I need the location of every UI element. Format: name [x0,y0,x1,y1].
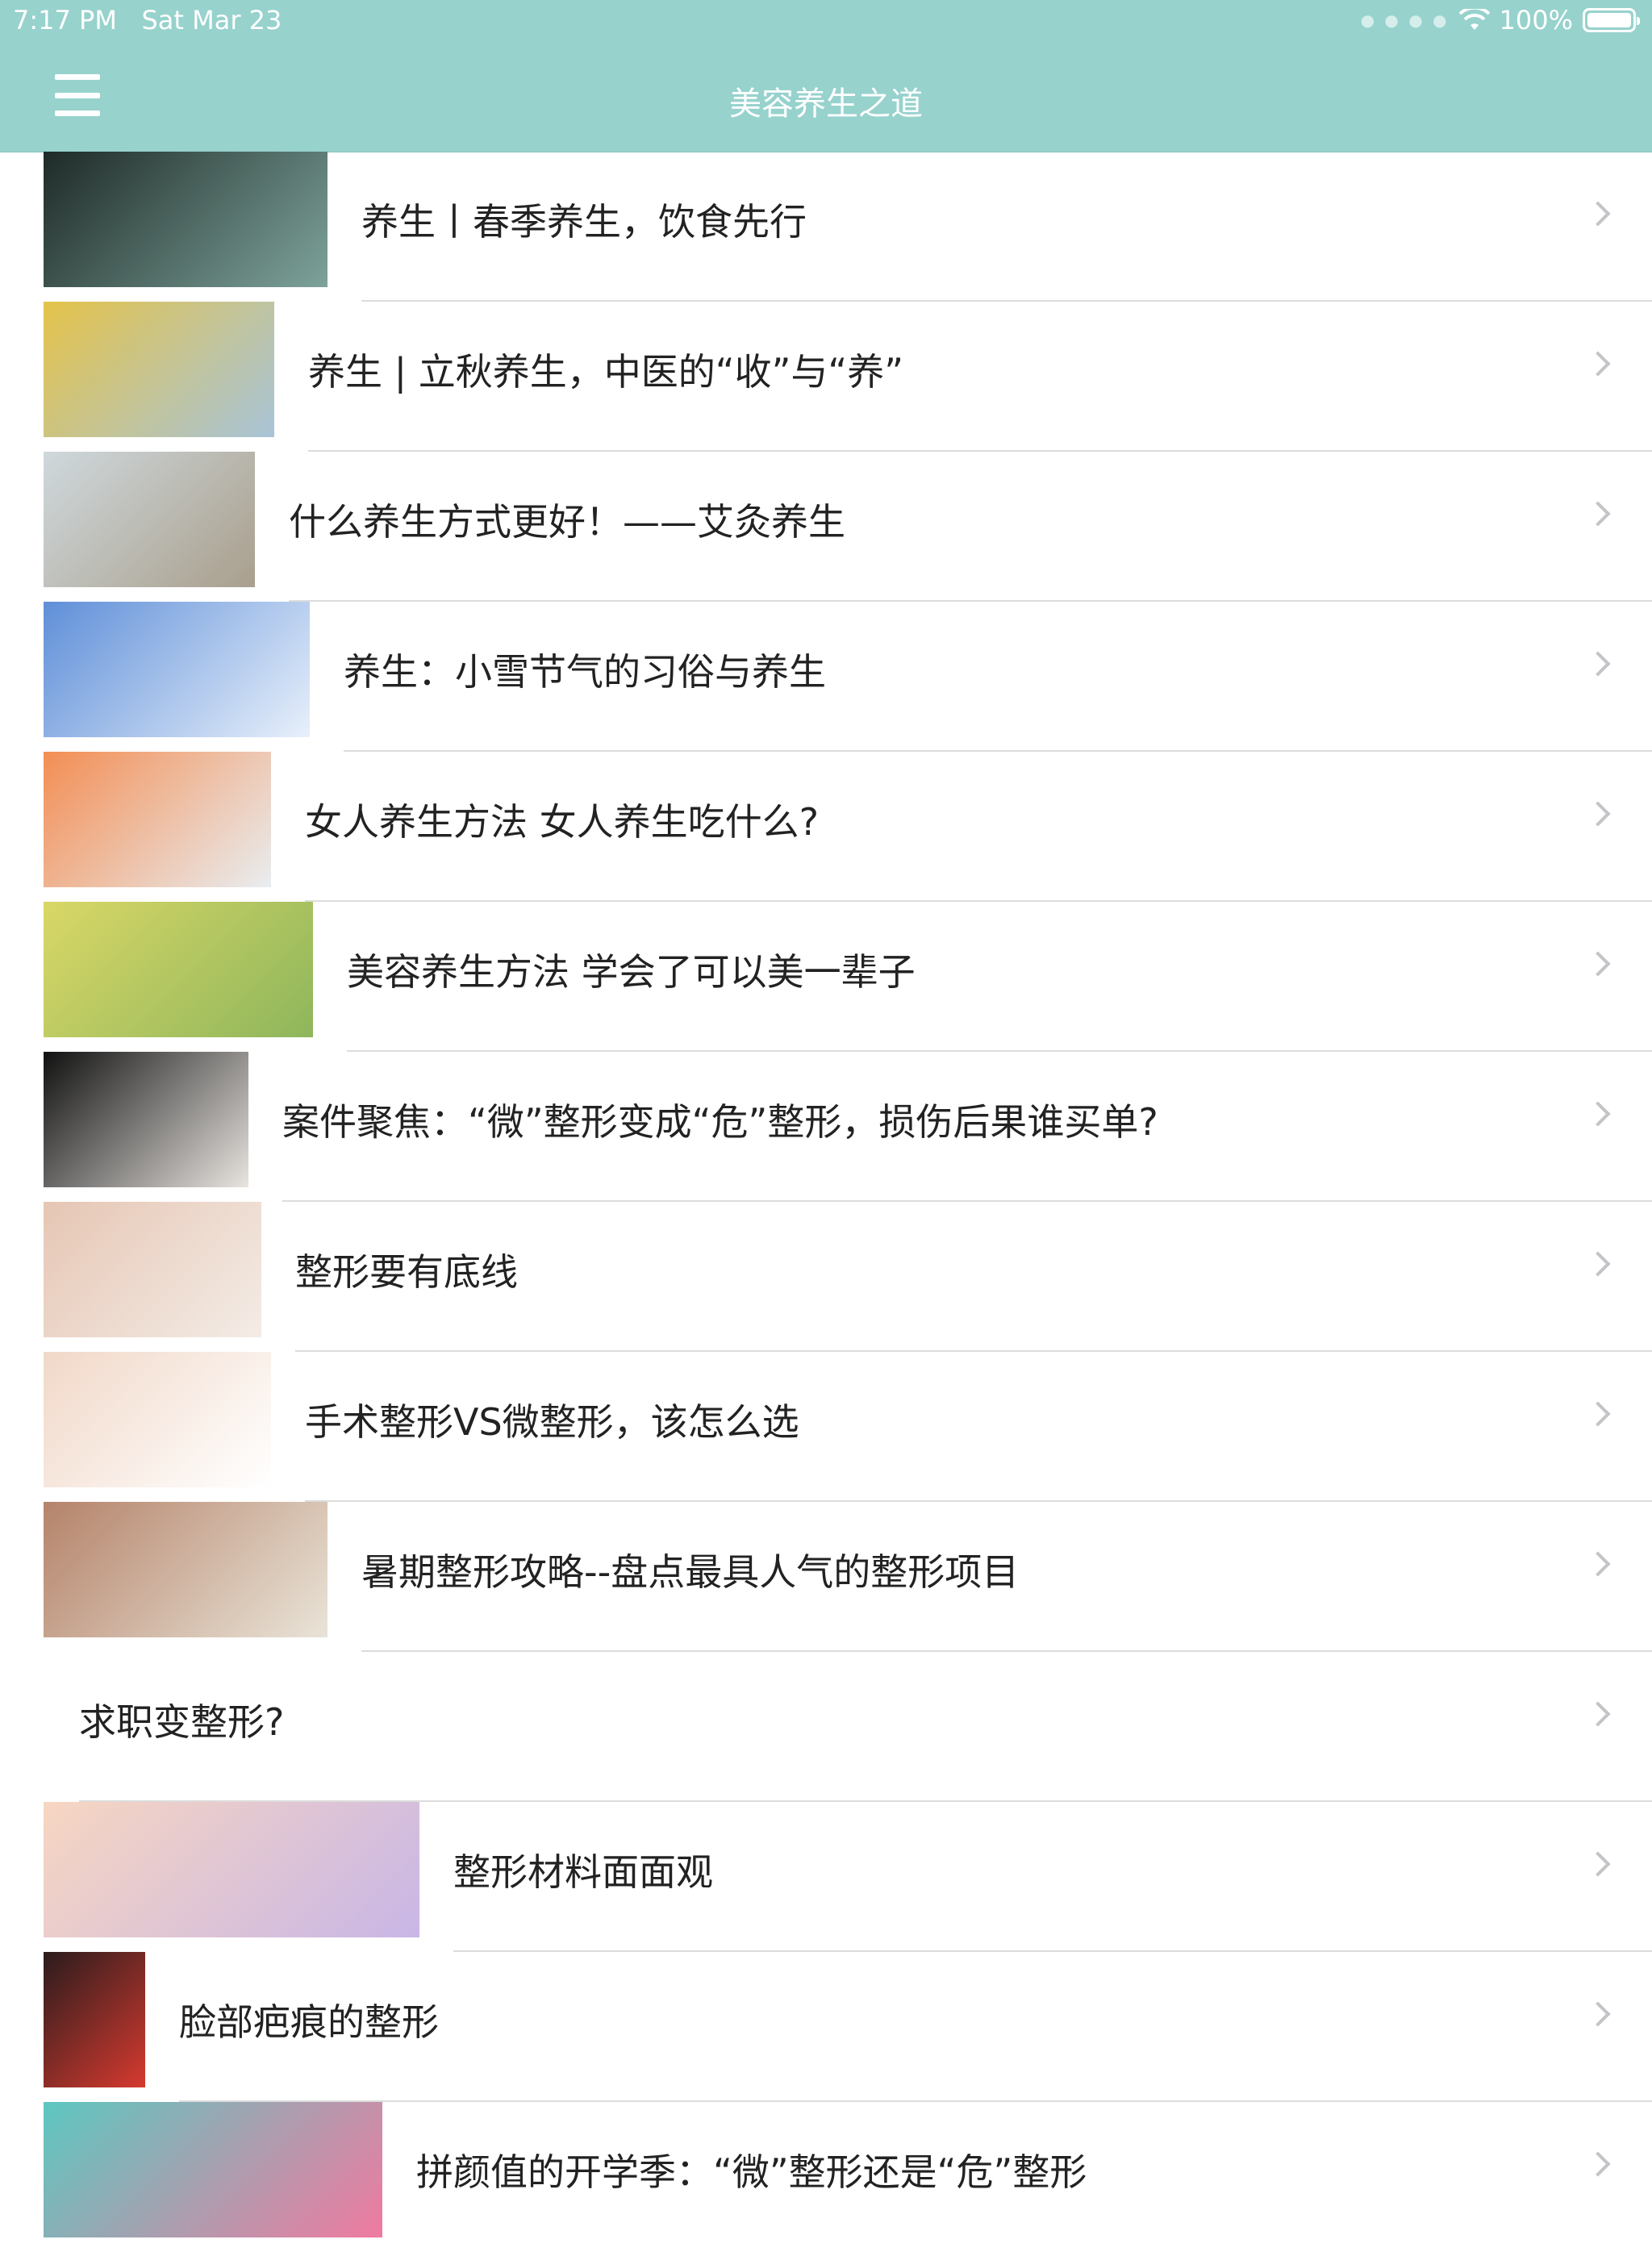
article-title: 求职变整形? [79,1700,285,1744]
chevron-right-icon [1585,1851,1611,1877]
article-thumbnail [44,152,327,287]
article-thumbnail [44,302,274,437]
article-row[interactable]: 美容养生方法 学会了可以美一辈子 [0,902,1652,1052]
status-time: 7:17 PM Sat Mar 23 [13,5,282,35]
status-time-text: 7:17 PM [13,5,117,35]
article-row[interactable]: 案件聚焦：“微”整形变成“危”整形，损伤后果谁买单? [0,1052,1652,1202]
signal-dots-icon: ● ● ● ● [1360,10,1450,30]
wifi-icon [1458,9,1490,30]
navigation-bar: 美容养生之道 [0,42,1652,152]
article-thumbnail [44,602,310,737]
chevron-right-icon [1585,951,1611,977]
chevron-right-icon [1585,1251,1611,1277]
chevron-right-icon [1585,651,1611,677]
article-title: 女人养生方法 女人养生吃什么? [305,800,820,844]
article-row[interactable]: 暑期整形攻略--盘点最具人气的整形项目 [0,1502,1652,1652]
page-title: 美容养生之道 [729,85,923,123]
article-title: 脸部疤痕的整形 [179,2000,439,2044]
article-row[interactable]: 求职变整形? [0,1652,1652,1802]
article-thumbnail [44,1802,419,1937]
article-row[interactable]: 女人养生方法 女人养生吃什么? [0,752,1652,902]
article-thumbnail [44,752,271,887]
article-row[interactable]: 脸部疤痕的整形 [0,1952,1652,2102]
chevron-right-icon [1585,1551,1611,1577]
article-row[interactable]: 手术整形VS微整形，该怎么选 [0,1352,1652,1502]
article-list: 养生丨春季养生，饮食先行养生 | 立秋养生，中医的“收”与“养” 什么养生方式更好… [0,152,1652,2252]
chevron-right-icon [1585,1401,1611,1427]
chevron-right-icon [1585,801,1611,827]
article-title: 整形材料面面观 [453,1850,713,1894]
article-title: 手术整形VS微整形，该怎么选 [305,1400,799,1444]
article-title: 养生丨春季养生，饮食先行 [361,200,807,244]
chevron-right-icon [1585,2151,1611,2177]
article-row[interactable]: 养生 | 立秋养生，中医的“收”与“养” [0,302,1652,452]
article-thumbnail [44,1352,271,1487]
article-thumbnail [44,2102,382,2237]
battery-percent: 100% [1499,5,1573,35]
chevron-right-icon [1585,501,1611,527]
article-thumbnail [44,1052,248,1187]
article-row[interactable]: 拼颜值的开学季：“微”整形还是“危”整形 [0,2102,1652,2252]
status-bar: 7:17 PM Sat Mar 23 ● ● ● ● 100% [0,0,1652,42]
article-title: 养生：小雪节气的习俗与养生 [344,650,826,694]
article-title: 养生 | 立秋养生，中医的“收”与“养” [308,350,904,394]
battery-icon [1583,8,1640,32]
chevron-right-icon [1585,1701,1611,1727]
article-title: 整形要有底线 [295,1250,518,1294]
article-row[interactable]: 整形材料面面观 [0,1802,1652,1952]
article-row[interactable]: 养生丨春季养生，饮食先行 [0,152,1652,302]
status-right: ● ● ● ● 100% [1360,5,1640,35]
article-title: 拼颜值的开学季：“微”整形还是“危”整形 [416,2150,1087,2194]
chevron-right-icon [1585,351,1611,377]
article-title: 暑期整形攻略--盘点最具人气的整形项目 [361,1550,1020,1594]
chevron-right-icon [1585,201,1611,227]
article-thumbnail [44,452,255,587]
article-row[interactable]: 整形要有底线 [0,1202,1652,1352]
article-row[interactable]: 什么养生方式更好！——艾灸养生 [0,452,1652,602]
chevron-right-icon [1585,2001,1611,2027]
article-thumbnail [44,902,313,1037]
article-title: 美容养生方法 学会了可以美一辈子 [347,950,916,994]
article-title: 什么养生方式更好！——艾灸养生 [289,500,845,544]
chevron-right-icon [1585,1101,1611,1127]
article-thumbnail [44,1952,145,2087]
article-thumbnail [44,1202,261,1337]
status-date-text: Sat Mar 23 [141,5,282,35]
article-row[interactable]: 养生：小雪节气的习俗与养生 [0,602,1652,752]
article-thumbnail [44,1502,327,1637]
article-title: 案件聚焦：“微”整形变成“危”整形，损伤后果谁买单? [282,1100,1158,1144]
